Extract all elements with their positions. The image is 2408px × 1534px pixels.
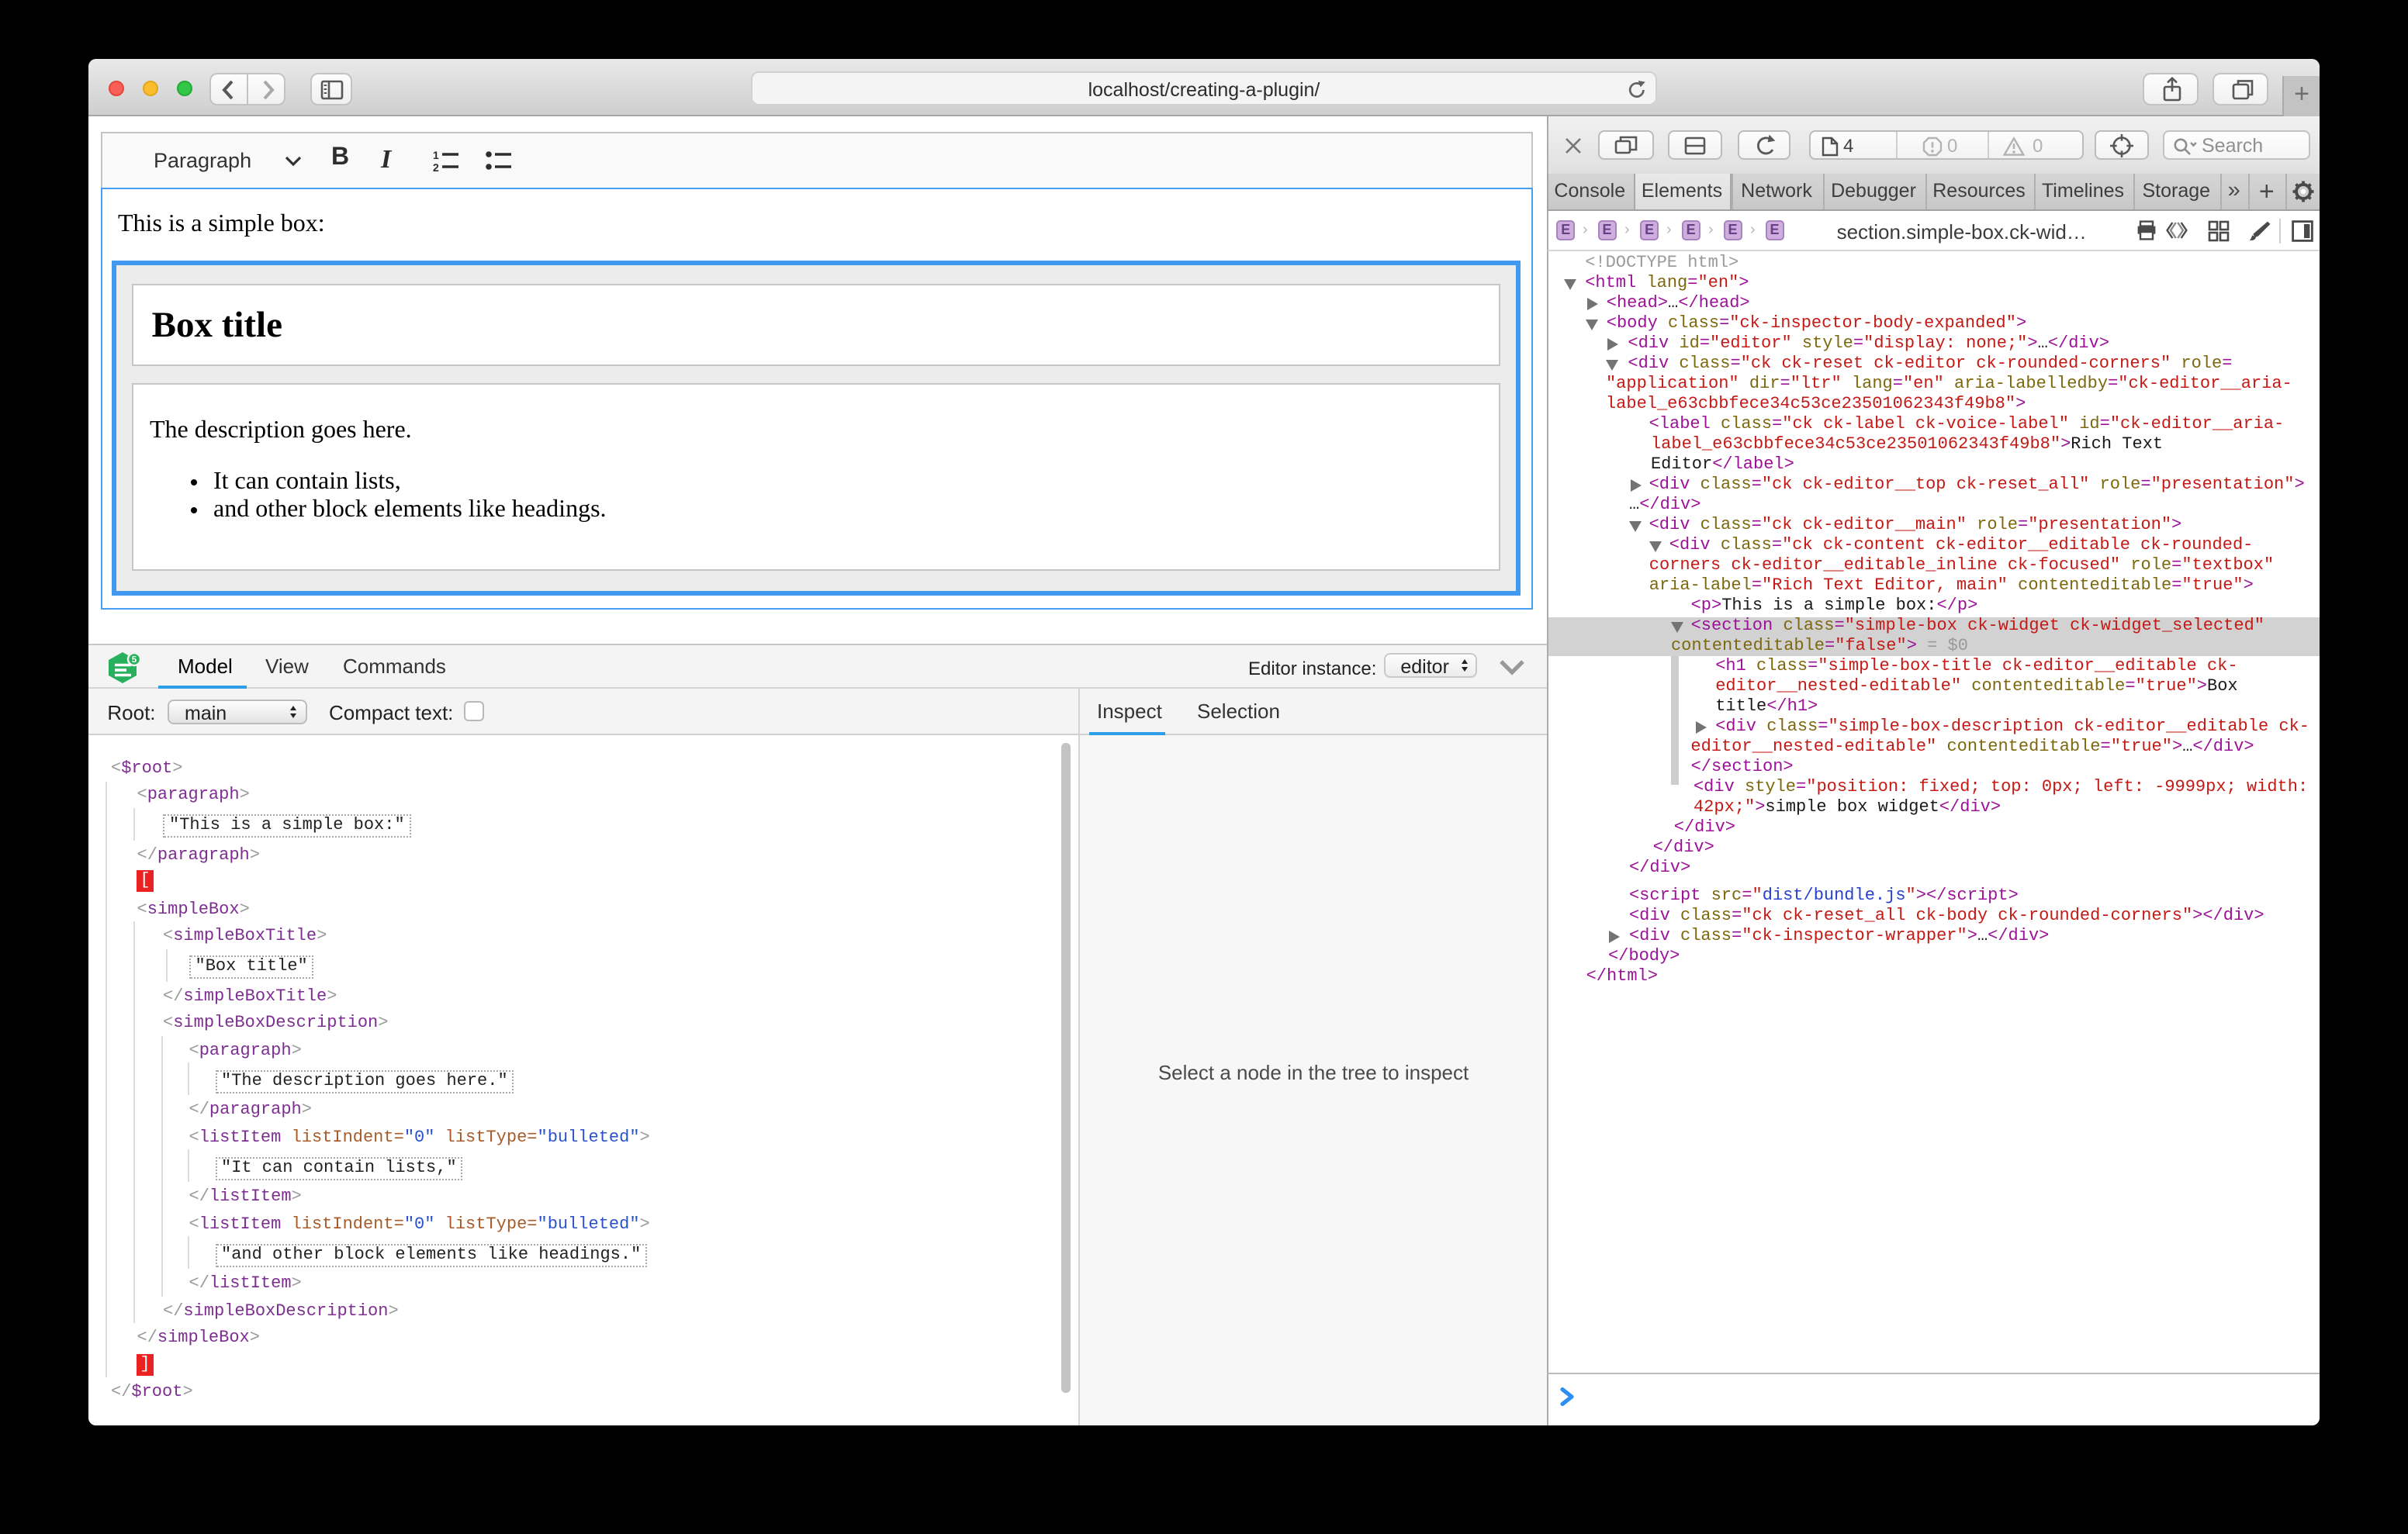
svg-text:2: 2 <box>432 163 438 171</box>
svg-text:5: 5 <box>132 655 137 665</box>
svg-text:1: 1 <box>432 150 438 161</box>
